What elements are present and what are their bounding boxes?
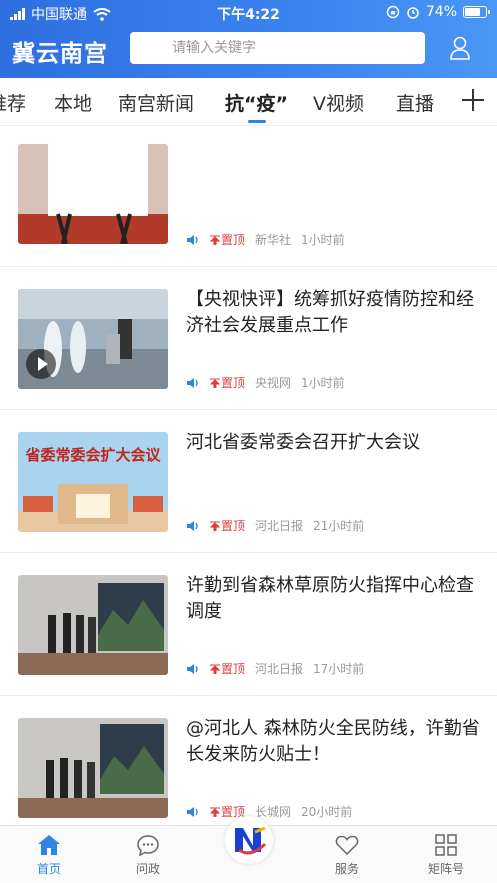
news-thumbnail: 省委常委会扩大会议	[18, 432, 168, 532]
news-source: 央视网	[255, 376, 292, 390]
pin-icon	[210, 807, 220, 817]
news-title[interactable]: 河北省委常委会召开扩大会议	[186, 430, 486, 456]
news-thumbnail	[18, 289, 168, 389]
tab-live[interactable]: 直播	[396, 89, 434, 116]
channel-tabs: 推荐 本地 南宫新闻 抗“疫” V视频 直播	[0, 78, 497, 126]
battery-percent: 74%	[425, 4, 457, 20]
user-icon[interactable]	[449, 36, 471, 60]
pin-icon	[210, 378, 220, 388]
list-item[interactable]: 许勤到省森林草原防火指挥中心检查调度 置顶 河北日报 17小时前	[0, 553, 497, 696]
news-thumbnail	[18, 144, 168, 244]
list-item[interactable]: 省委常委会扩大会议 河北省委常委会召开扩大会议 置顶 河北日报 21小时前	[0, 410, 497, 553]
tab-anti-epidemic[interactable]: 抗“疫”	[225, 89, 288, 116]
alarm-icon	[407, 7, 419, 19]
speaker-icon[interactable]	[186, 806, 200, 818]
status-bar: 中国联通 下午4:22 74%	[0, 0, 497, 26]
nav-service[interactable]: 服务	[317, 834, 377, 877]
play-icon[interactable]	[26, 349, 56, 379]
app-screen: 中国联通 下午4:22 74% 冀云南宫 请输入关键字 荐 本地 南宫新闻 抗“…	[0, 0, 497, 883]
speaker-icon[interactable]	[186, 520, 200, 532]
nav-wenzheng[interactable]: 问政	[118, 834, 178, 877]
bottom-navigation: 首页 问政 服务 矩阵号	[0, 816, 497, 883]
pinned-badge: 置顶	[210, 374, 245, 391]
news-thumbnail	[18, 575, 168, 675]
news-feed: 置顶 新华社 1小时前 【央视快评】统筹抓好疫情防控和经济社会发展重点工作 置顶…	[0, 127, 497, 825]
tab-nangong-news[interactable]: 南宫新闻	[118, 89, 194, 116]
speaker-icon[interactable]	[186, 234, 200, 246]
list-item[interactable]: 【央视快评】统筹抓好疫情防控和经济社会发展重点工作 置顶 央视网 1小时前	[0, 267, 497, 410]
news-title[interactable]: 许勤到省森林草原防火指挥中心检查调度	[186, 573, 486, 625]
news-source: 新华社	[255, 233, 292, 247]
news-source: 河北日报	[255, 662, 304, 676]
pinned-badge: 置顶	[210, 517, 245, 534]
pin-icon	[210, 521, 220, 531]
header: 中国联通 下午4:22 74% 冀云南宫 请输入关键字	[0, 0, 497, 78]
heart-icon	[335, 835, 359, 856]
thumbnail-caption: 省委常委会扩大会议	[24, 446, 161, 464]
grid-icon	[435, 834, 457, 856]
news-time: 20小时前	[301, 805, 353, 819]
battery-icon	[463, 6, 490, 18]
speaker-icon[interactable]	[186, 663, 200, 675]
pinned-badge: 置顶	[210, 231, 245, 248]
news-title[interactable]: 【央视快评】统筹抓好疫情防控和经济社会发展重点工作	[186, 287, 486, 339]
list-item[interactable]: @河北人 森林防火全民防线，许勤省长发来防火贴士！ 置顶 长城网 20小时前	[0, 696, 497, 825]
tab-local[interactable]: 本地	[54, 89, 92, 116]
news-source: 河北日报	[255, 519, 304, 533]
news-thumbnail	[18, 718, 168, 818]
pin-icon	[210, 235, 220, 245]
center-logo-icon	[235, 826, 267, 855]
pinned-badge: 置顶	[210, 660, 245, 677]
add-channel-icon[interactable]	[461, 88, 485, 112]
news-time: 1小时前	[301, 376, 345, 390]
news-time: 21小时前	[313, 519, 365, 533]
search-input[interactable]: 请输入关键字	[130, 32, 425, 64]
home-icon	[38, 835, 60, 855]
active-tab-indicator	[248, 120, 266, 123]
chat-icon	[137, 835, 159, 856]
news-time: 17小时前	[313, 662, 365, 676]
news-title[interactable]: @河北人 森林防火全民防线，许勤省长发来防火贴士！	[186, 716, 486, 768]
center-logo-button[interactable]	[225, 816, 273, 864]
tab-recommend[interactable]: 推荐	[0, 89, 26, 116]
speaker-icon[interactable]	[186, 377, 200, 389]
nav-home[interactable]: 首页	[19, 834, 79, 877]
news-time: 1小时前	[301, 233, 345, 247]
pin-icon	[210, 664, 220, 674]
brand-logo: 冀云南宫	[12, 41, 108, 67]
tab-video[interactable]: V视频	[313, 89, 364, 116]
rotation-lock-icon	[386, 5, 400, 19]
list-item[interactable]: 置顶 新华社 1小时前	[0, 127, 497, 267]
nav-matrix[interactable]: 矩阵号	[416, 834, 476, 877]
